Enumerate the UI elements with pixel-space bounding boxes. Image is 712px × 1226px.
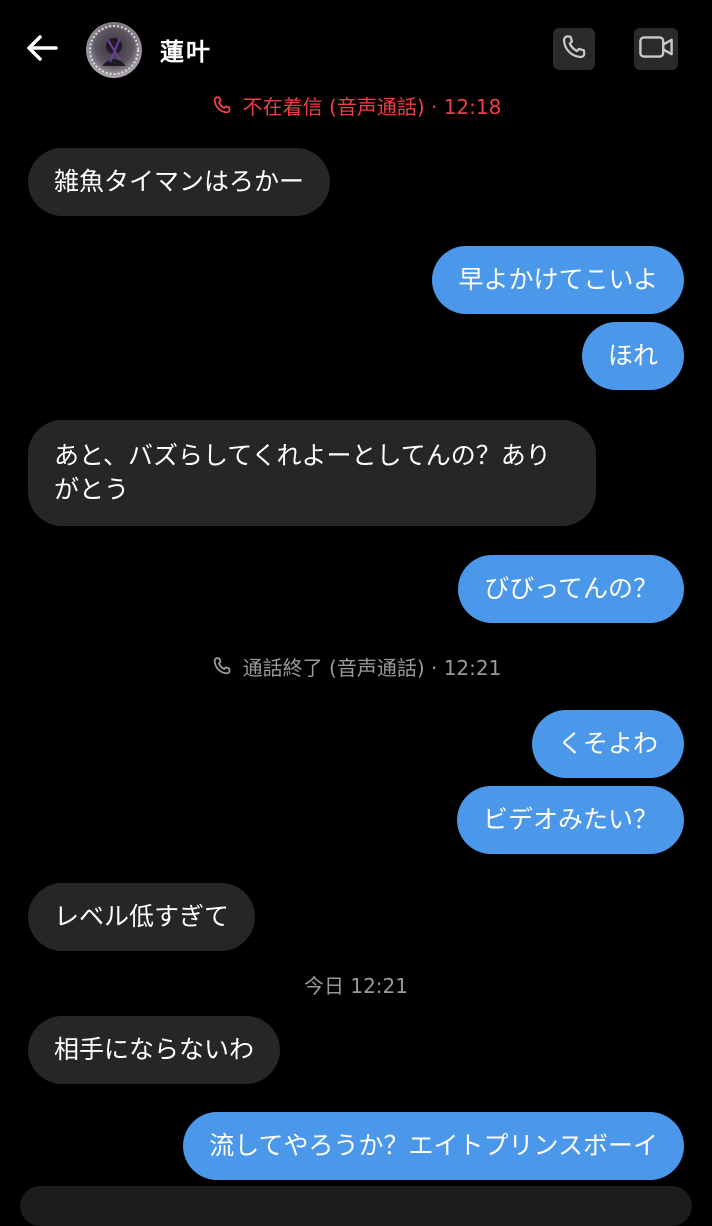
message-sent[interactable]: 流してやろうか？エイトプリンスボーイ xyxy=(183,1112,684,1180)
message-received[interactable]: 相手にならないわ xyxy=(28,1016,281,1084)
date-separator: 今日 12:21 xyxy=(304,974,408,998)
missed-call-event: 不在着信 (音声通話) · 12:18 xyxy=(0,91,712,119)
phone-icon xyxy=(211,655,233,677)
message-sent[interactable]: びびってんの？ xyxy=(458,555,684,623)
message-received[interactable]: あと、バズらしてくれよーとしてんの？ありがとう xyxy=(28,420,596,526)
video-camera-icon xyxy=(638,33,674,65)
avatar[interactable] xyxy=(86,22,142,78)
message-sent[interactable]: 早よかけてこいよ xyxy=(432,246,684,314)
contact-name[interactable]: 蓮叶 xyxy=(160,32,212,67)
call-ended-text: 通話終了 (音声通話) · 12:21 xyxy=(242,655,502,680)
message-sent[interactable]: ほれ xyxy=(581,322,684,390)
phone-missed-icon xyxy=(211,94,233,116)
message-received[interactable]: 雑魚タイマンはろかー xyxy=(28,148,331,216)
voice-call-button[interactable] xyxy=(553,28,595,70)
message-sent[interactable]: ビデオみたい？ xyxy=(456,786,684,854)
message-sent[interactable]: くそよわ xyxy=(531,710,684,778)
message-input-bar[interactable] xyxy=(20,1186,692,1226)
message-received[interactable]: レベル低すぎて xyxy=(28,883,256,951)
arrow-left-icon xyxy=(26,34,58,66)
call-ended-event: 通話終了 (音声通話) · 12:21 xyxy=(0,652,712,680)
video-call-button[interactable] xyxy=(634,28,678,70)
back-button[interactable] xyxy=(20,28,64,72)
phone-icon xyxy=(559,32,589,66)
chat-header: 蓮叶 xyxy=(0,0,712,96)
missed-call-text: 不在着信 (音声通話) · 12:18 xyxy=(242,94,502,119)
